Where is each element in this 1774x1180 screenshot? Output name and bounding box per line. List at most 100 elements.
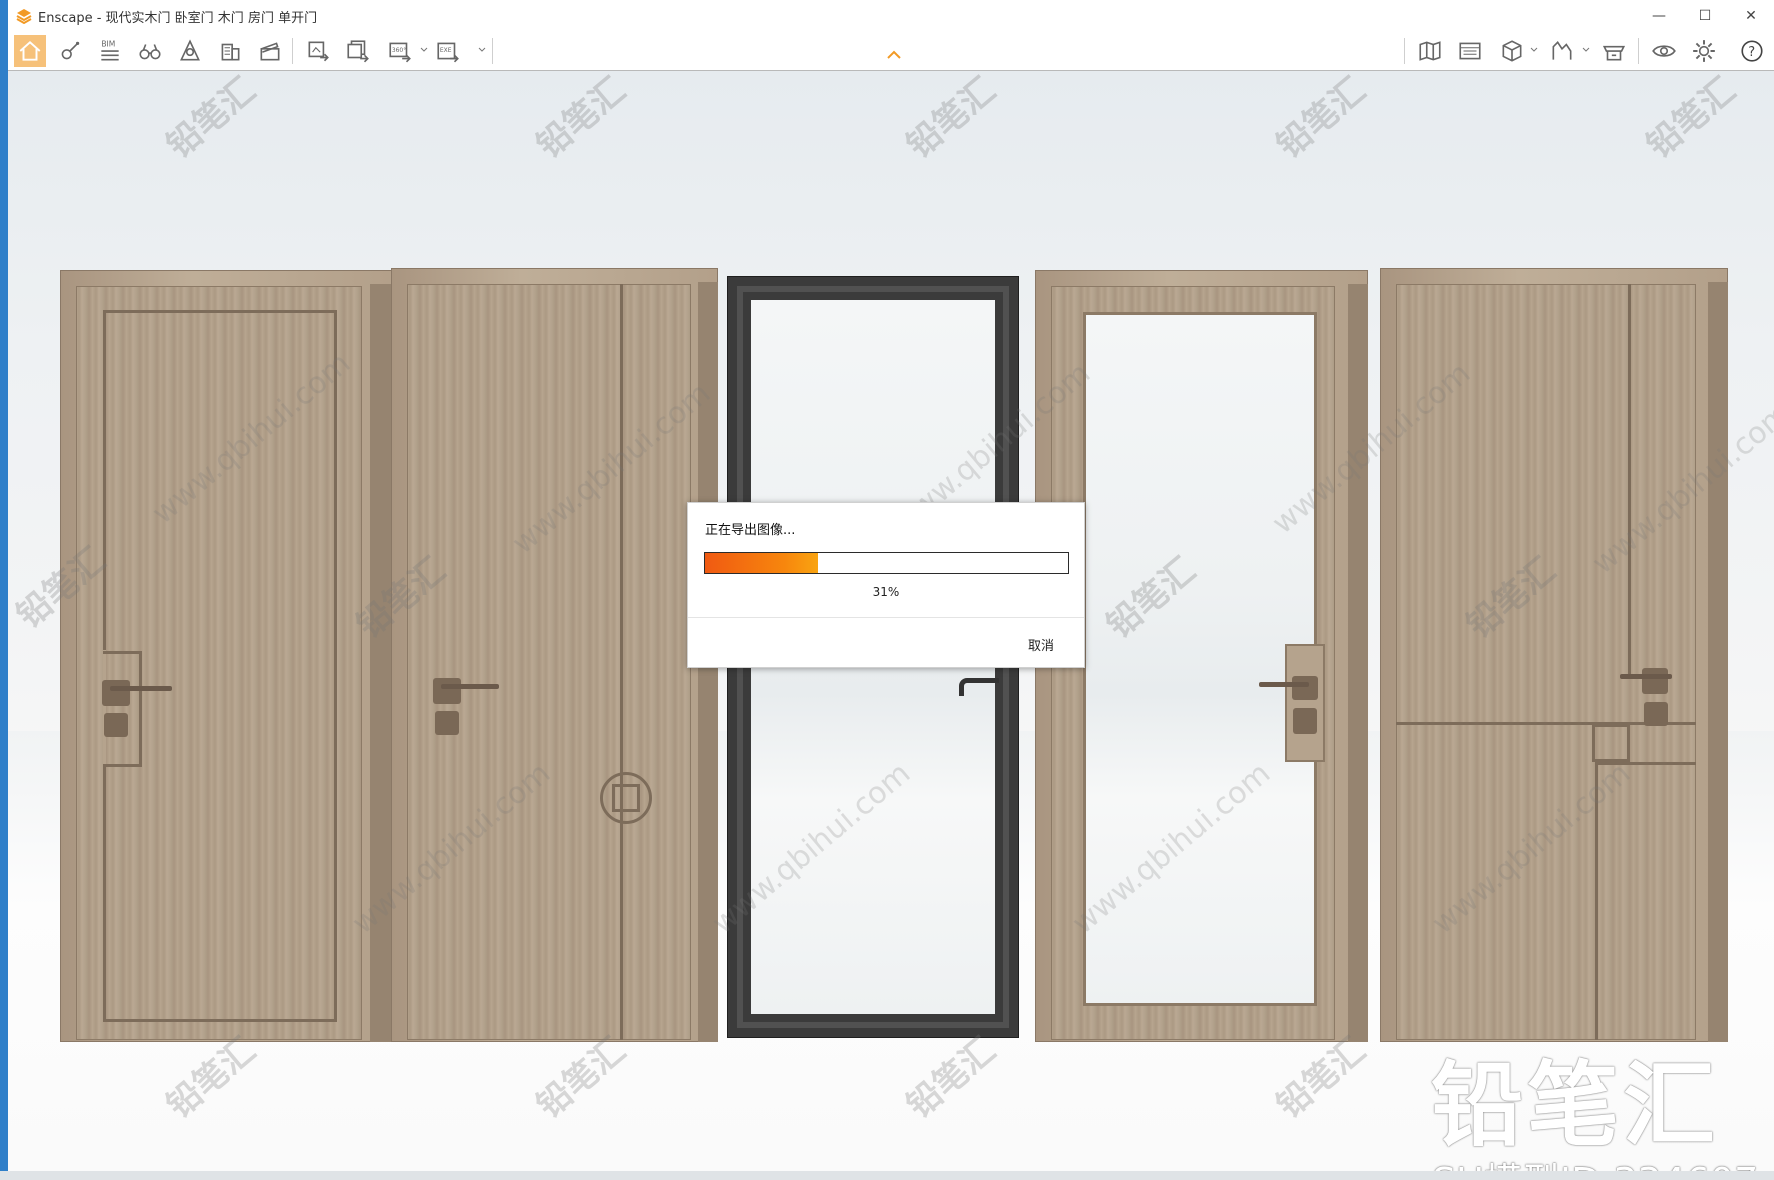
progress-fill [705,553,818,573]
lock-plate [1293,708,1317,734]
model-id-watermark: SU模型ID:334607 [1432,1151,1758,1171]
exe-export-icon: EXE [437,42,459,63]
batch-export-button[interactable] [342,35,374,67]
help-label: ? [1748,45,1755,60]
pin-icon [61,41,80,60]
chevron-down-icon[interactable] [478,46,486,54]
chevron-down-icon[interactable] [1530,46,1538,54]
binoculars-icon [139,44,161,60]
bim-icon: BIM [101,40,119,61]
main-toolbar: BIM 360° EXE ? [8,32,1774,71]
toolbar-separator [1638,38,1639,64]
bim-label: BIM [101,40,115,49]
export-progress-bar [704,552,1069,574]
panorama-label: 360° [392,47,406,54]
building-icon [221,43,240,61]
asset-icon [180,39,200,61]
ornament-square [1592,724,1630,762]
screenshot-export-icon [308,41,329,62]
gear-icon [1693,40,1715,62]
door-2 [391,268,718,1042]
door-handle [959,678,999,696]
bim-button[interactable]: BIM [94,35,126,67]
handle-rose [433,678,461,704]
batch-export-icon [347,40,369,63]
help-button[interactable]: ? [1736,35,1768,67]
visual-settings-button[interactable] [1648,35,1680,67]
pin-button[interactable] [54,35,86,67]
asset-library-button[interactable] [174,35,206,67]
progress-percent: 31% [872,585,900,599]
frame-side [1348,284,1368,1042]
cancel-button[interactable]: 取消 [1028,635,1054,654]
toolbar-separator [1404,38,1405,64]
view-management-button[interactable] [1454,35,1486,67]
export-progress-dialog: 正在导出图像... 31% 取消 [687,502,1085,668]
dialog-divider [688,617,1084,618]
collapse-toolbar-icon[interactable] [886,50,902,60]
panorama-export-button[interactable]: 360° [384,35,416,67]
brand-watermark: 铅笔汇 [1431,1052,1720,1159]
map-button[interactable] [1414,35,1446,67]
ornament-medallion [600,772,652,824]
toolbar-separator [492,38,493,64]
chart-button[interactable] [1546,35,1578,67]
shop-button[interactable] [1598,35,1630,67]
close-button[interactable]: ✕ [1728,0,1774,32]
watermark: 铅笔汇 [899,71,1004,167]
toolbar-separator [292,38,293,64]
chart-icon [1552,41,1572,60]
dialog-message: 正在导出图像... [705,523,796,538]
lock-plate [104,713,128,737]
clapper-icon [260,42,280,61]
cube-icon [1502,40,1522,62]
building-button[interactable] [214,35,246,67]
door-groove [1595,762,1696,765]
door-handle [1620,674,1672,679]
maximize-button[interactable]: ☐ [1682,0,1728,32]
lock-plate [435,711,459,735]
door-groove [620,284,623,1040]
inlay-notch [139,651,142,767]
watermark: 铅笔汇 [1269,71,1374,167]
help-icon: ? [1741,40,1763,62]
panorama-export-icon: 360° [389,42,411,63]
map-icon [1419,41,1441,61]
cube-button[interactable] [1496,35,1528,67]
watermark: 铅笔汇 [1639,71,1744,167]
home-icon [19,41,41,61]
watermark: 铅笔汇 [159,71,264,167]
view-management-icon [1459,42,1481,60]
minimize-button[interactable]: — [1636,0,1682,32]
window-title: Enscape - 现代实木门 卧室门 木门 房门 单开门 [38,11,318,26]
handle-rose [1642,668,1668,694]
settings-button[interactable] [1688,35,1720,67]
title-bar: Enscape - 现代实木门 卧室门 木门 房门 单开门 — ☐ ✕ [8,0,1774,32]
handle-rose [102,680,130,706]
door-leaf [1396,284,1696,1040]
enscape-logo-icon [16,9,32,24]
lock-rail [1285,644,1325,762]
door-groove [1595,764,1598,1040]
home-button[interactable] [14,35,46,67]
frame-side [1708,282,1728,1042]
shop-icon [1602,45,1626,61]
door-1 [60,270,392,1042]
chevron-down-icon[interactable] [1582,46,1590,54]
desktop-edge [0,0,8,1180]
window-bottom-edge [0,1171,1774,1180]
chevron-down-icon[interactable] [420,46,428,54]
inlay-notch [103,650,106,765]
exe-export-button[interactable]: EXE [432,35,464,67]
clapper-button[interactable] [254,35,286,67]
inlay-notch [103,651,141,654]
door-handle [441,684,499,689]
eye-icon [1652,45,1676,57]
inlay-notch [103,764,141,767]
lock-plate [1644,702,1668,726]
screenshot-export-button[interactable] [302,35,334,67]
binoculars-button[interactable] [134,35,166,67]
door-5 [1380,268,1728,1042]
door-handle [1259,682,1309,687]
frame-side [370,284,392,1042]
